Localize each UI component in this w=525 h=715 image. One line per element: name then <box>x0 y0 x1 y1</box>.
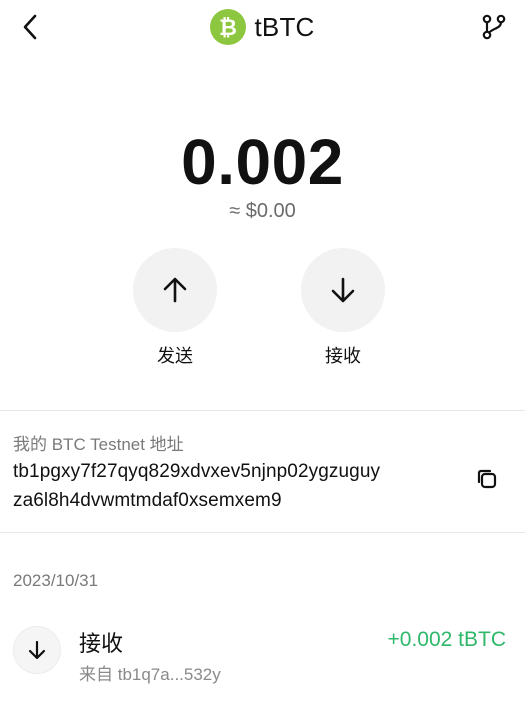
balance-amount: 0.002 <box>181 126 344 198</box>
transaction-row[interactable]: 接收 来自 tb1q7a...532y +0.002 tBTC <box>0 620 525 686</box>
bitcoin-icon: ₿ <box>210 9 247 45</box>
address-label: 我的 BTC Testnet 地址 <box>13 435 184 454</box>
coin-title: ₿ tBTC <box>0 8 525 46</box>
send-button[interactable] <box>133 248 217 332</box>
receive-action: 接收 <box>301 248 385 368</box>
send-label: 发送 <box>157 346 193 366</box>
arrow-down-icon <box>331 277 355 303</box>
receive-button[interactable] <box>301 248 385 332</box>
address-text-line-2[interactable]: za6l8h4dvwmtmdaf0xsemxem9 <box>13 490 282 512</box>
copy-icon <box>477 469 497 489</box>
svg-text:₿: ₿ <box>220 16 238 41</box>
address-text-line-1[interactable]: tb1pgxy7f27qyq829xdvxev5njnp02ygzuguy <box>13 461 380 483</box>
divider <box>0 410 525 411</box>
receive-tx-icon <box>13 626 61 674</box>
history-date: 2023/10/31 <box>13 571 99 590</box>
transaction-amount: +0.002 tBTC <box>387 628 506 651</box>
transaction-from: 来自 tb1q7a...532y <box>79 665 221 684</box>
top-bar: ₿ tBTC <box>0 0 525 56</box>
receive-label: 接收 <box>325 346 361 366</box>
copy-address-button[interactable] <box>473 465 501 493</box>
git-branch-icon <box>482 14 506 40</box>
fiat-value: ≈ $0.00 <box>229 200 296 222</box>
transaction-type: 接收 <box>79 631 124 656</box>
git-branch-button[interactable] <box>477 10 511 44</box>
divider <box>0 532 525 533</box>
arrow-down-icon <box>28 640 46 660</box>
send-action: 发送 <box>133 248 217 368</box>
wallet-coin-screen: ₿ tBTC 0.002 ≈ $0.00 发送 接收 我的 BTC Testne… <box>0 0 525 715</box>
arrow-up-icon <box>163 277 187 303</box>
page-title: tBTC <box>254 11 315 42</box>
